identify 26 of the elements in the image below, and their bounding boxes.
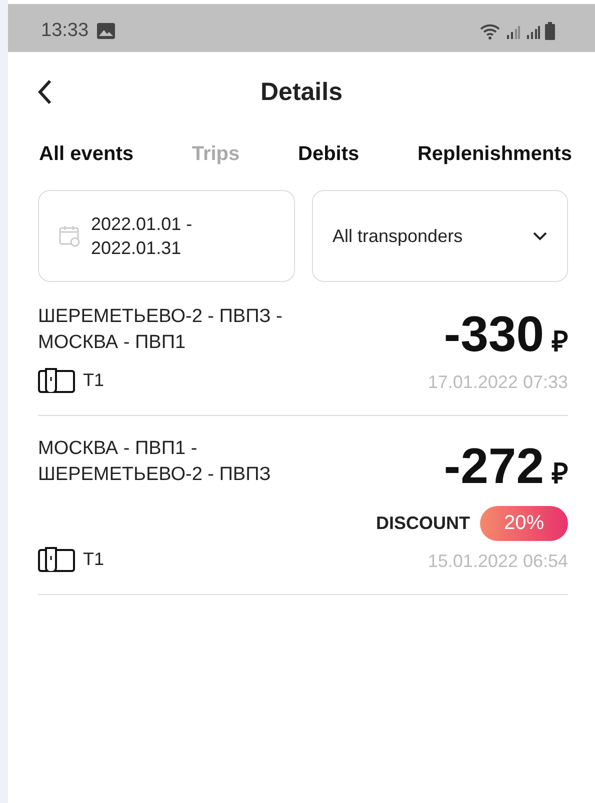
- discount-badge: 20%: [480, 506, 568, 541]
- transponder-icon: [38, 367, 75, 393]
- calendar-icon: [59, 225, 81, 247]
- transponder-icon: [38, 546, 75, 572]
- route-text: МОСКВА - ПВП1 - ШЕРЕМЕТЬЕВО-2 - ПВПЗ: [38, 437, 272, 487]
- event-datetime: 17.01.2022 07:33: [428, 372, 568, 393]
- image-icon: [96, 23, 115, 39]
- chevron-down-icon: [533, 232, 547, 240]
- transponder-dropdown[interactable]: All transponders: [312, 190, 568, 282]
- event-datetime: 15.01.2022 06:54: [428, 551, 568, 572]
- battery-icon: [545, 22, 555, 40]
- amount-text: -272: [444, 438, 544, 494]
- filter-tab[interactable]: Debits: [298, 142, 360, 166]
- currency-symbol: ₽: [552, 325, 568, 359]
- transponder-label: T1: [83, 548, 104, 570]
- wifi-icon: [479, 22, 501, 40]
- filter-tab[interactable]: Replenishments: [417, 142, 572, 166]
- amount-text: -330: [444, 306, 544, 362]
- route-text: ШЕРЕМЕТЬЕВО-2 - ПВПЗ - МОСКВА - ПВП1: [38, 305, 284, 355]
- currency-symbol: ₽: [552, 457, 568, 491]
- date-range-field[interactable]: 2022.01.01 - 2022.01.31: [38, 190, 294, 282]
- filter-tab[interactable]: All events: [39, 142, 134, 166]
- status-time: 13:33: [41, 20, 89, 42]
- page-title: Details: [260, 78, 342, 106]
- discount-label: DISCOUNT: [376, 513, 470, 534]
- transponder-label: T1: [83, 370, 104, 390]
